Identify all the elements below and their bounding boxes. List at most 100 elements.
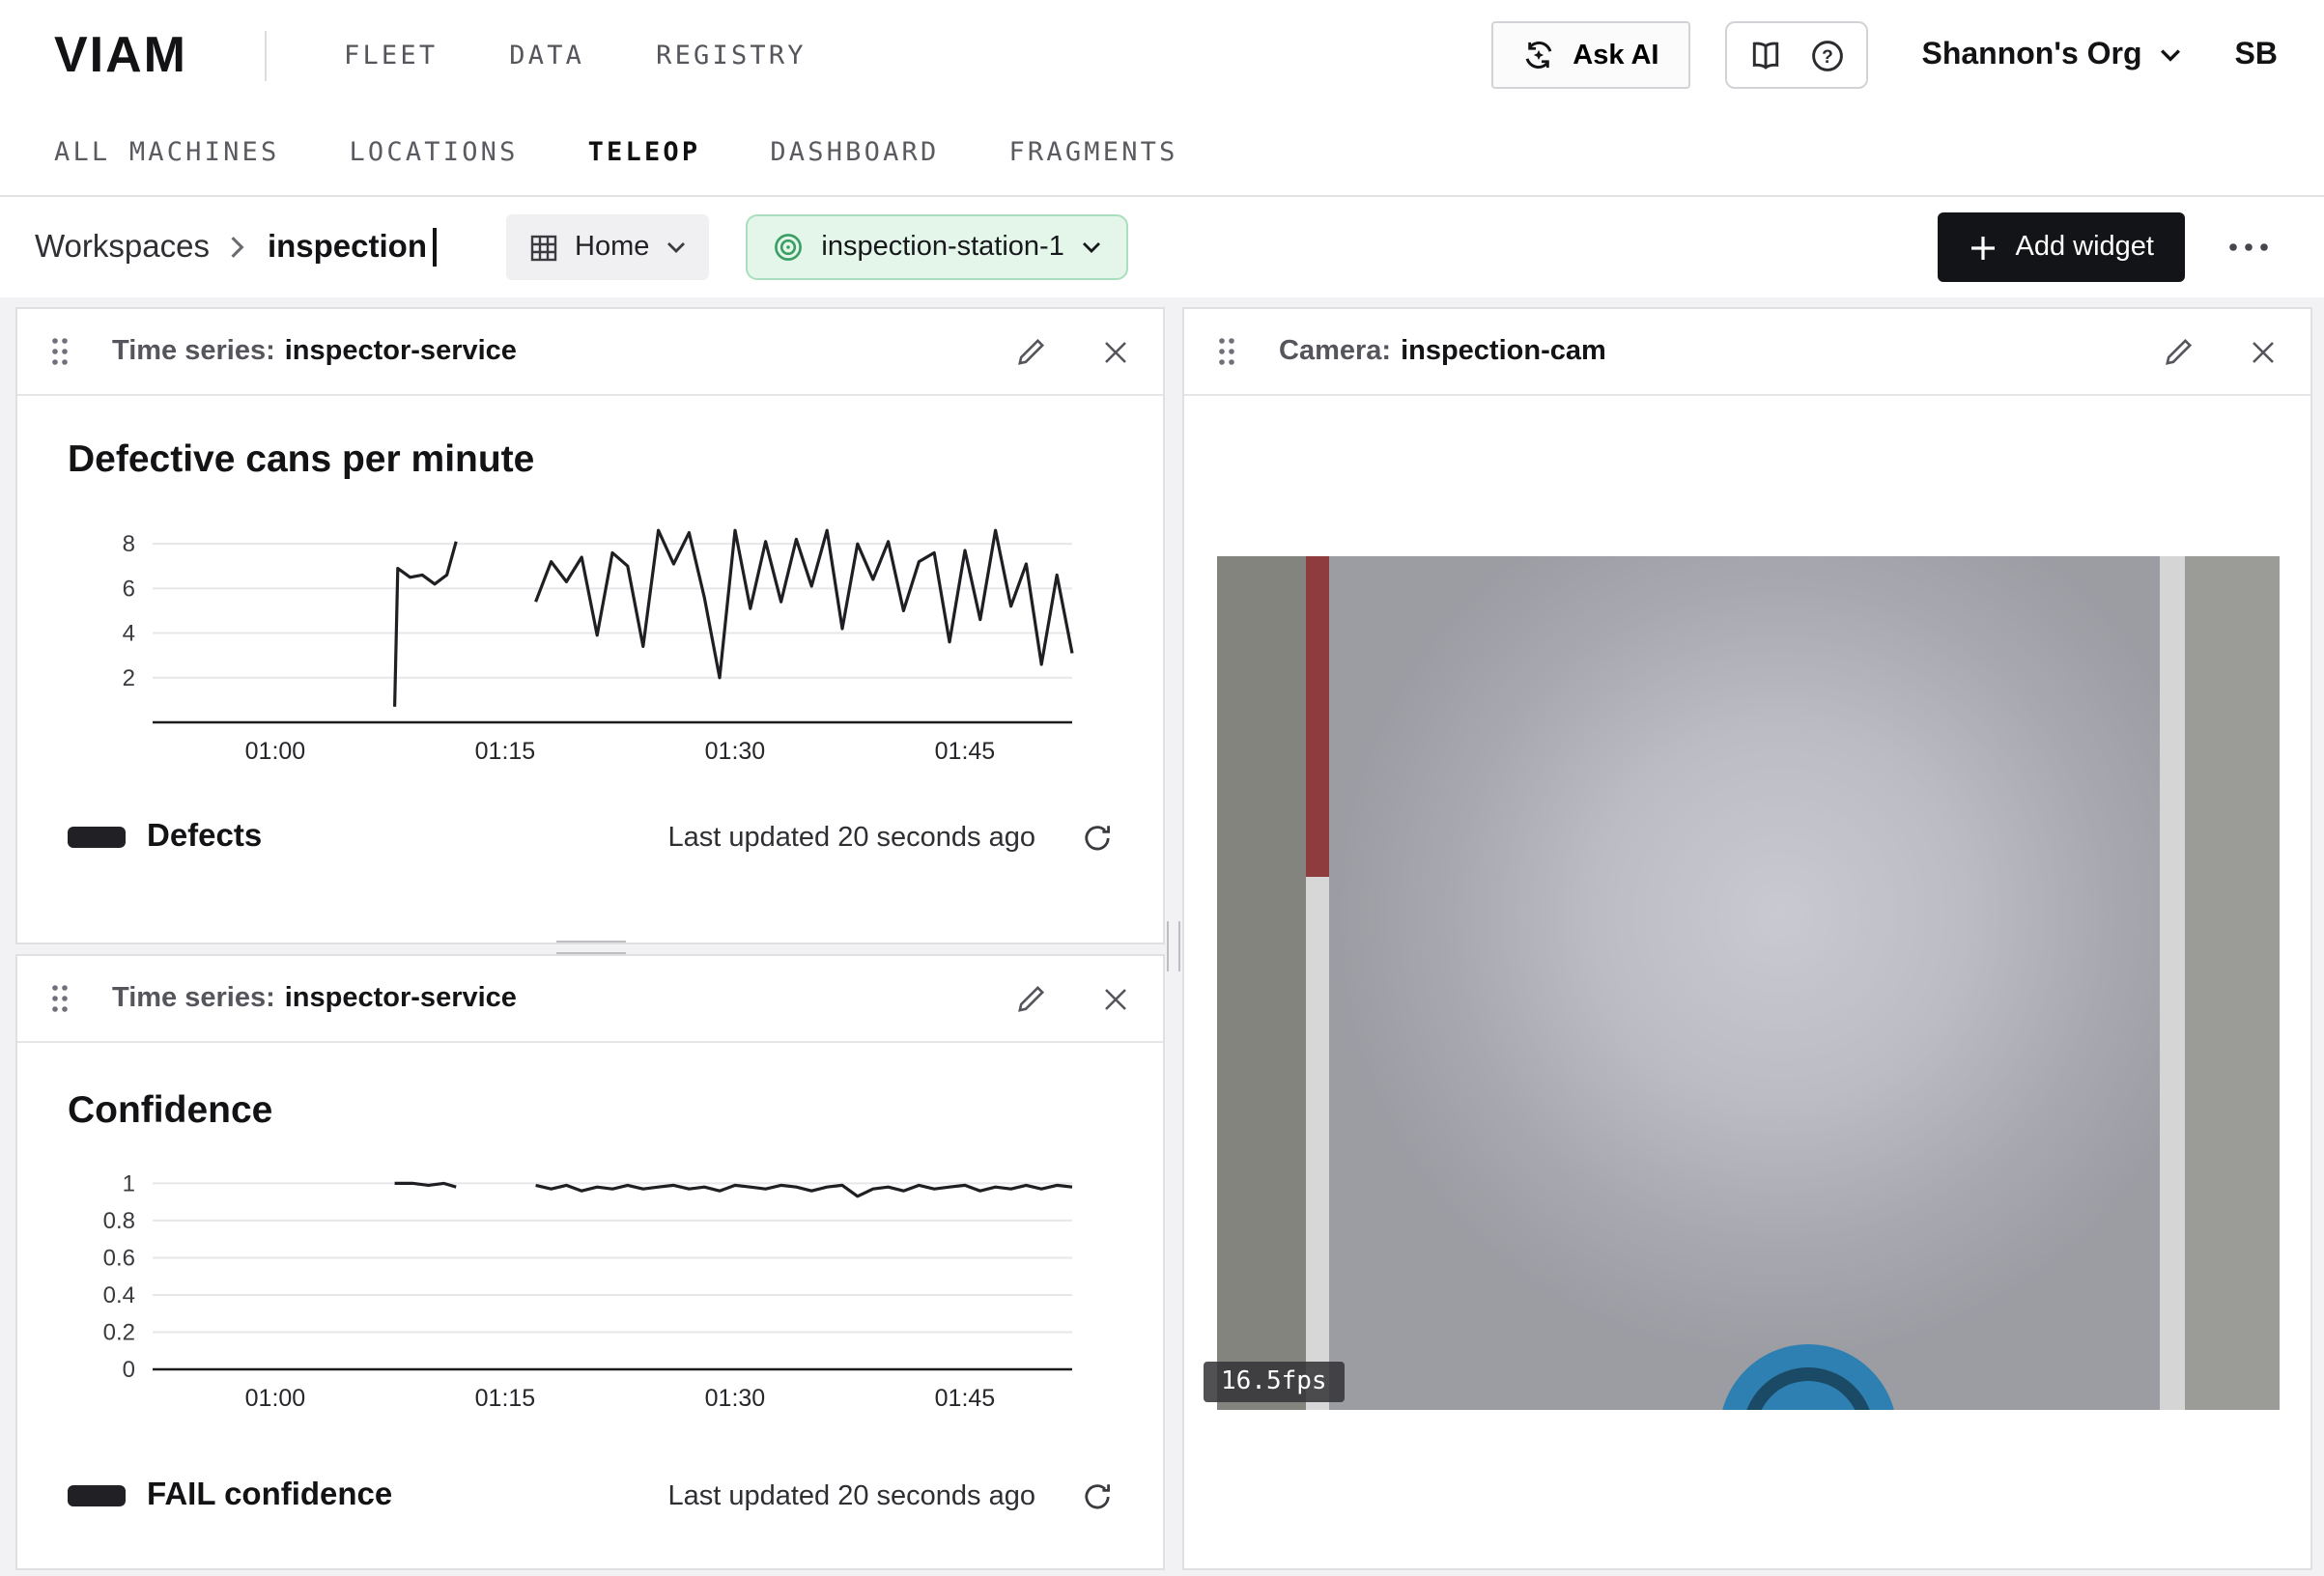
text-cursor [433,228,436,267]
svg-text:0.8: 0.8 [103,1208,135,1234]
location-dropdown[interactable]: Home [505,214,709,280]
drag-handle-icon[interactable] [50,983,70,1014]
chart-title: Defective cans per minute [68,438,1113,483]
machine-selector[interactable]: inspection-station-1 [746,214,1128,280]
widget-body: Defective cans per minute 2 4 6 8 01:00 01:15… [17,396,1163,856]
widget-type-label: Camera: [1279,336,1391,367]
location-label: Home [575,232,649,263]
widget-type-label: Time series: [112,336,275,367]
edit-pencil-icon[interactable] [1016,336,1047,367]
tab-dashboard[interactable]: DASHBOARD [770,137,939,168]
svg-text:0: 0 [123,1357,135,1383]
svg-text:8: 8 [123,531,135,557]
svg-text:0.4: 0.4 [103,1282,135,1309]
chart-title: Confidence [68,1089,1113,1134]
drag-handle-icon[interactable] [50,336,70,367]
add-widget-label: Add widget [2016,232,2155,263]
drag-handle-icon[interactable] [1217,336,1236,367]
nav-item-registry[interactable]: REGISTRY [656,40,807,70]
svg-text:01:00: 01:00 [245,1385,306,1412]
chevron-down-icon [1082,241,1101,253]
svg-text:01:00: 01:00 [245,738,306,765]
svg-text:6: 6 [123,576,135,602]
legend-swatch [68,1485,126,1506]
horizontal-resize-handle[interactable] [555,941,625,954]
widget-title: Time series: inspector-service [112,336,517,367]
widget-actions [1016,336,1130,367]
add-widget-button[interactable]: Add widget [1939,212,2186,282]
close-icon[interactable] [2249,337,2278,366]
vertical-resize-handle[interactable] [1167,921,1180,971]
close-icon[interactable] [1101,984,1130,1013]
legend-row: FAIL confidence Last updated 20 seconds … [68,1478,1113,1514]
camera-right-light-strip [2159,555,2184,1409]
widget-header: Time series: inspector-service [17,309,1163,396]
svg-text:2: 2 [123,665,135,691]
widget-title: Time series:inspector-service [112,983,517,1014]
avatar[interactable]: SB [2235,38,2278,72]
edit-pencil-icon[interactable] [2164,336,2195,367]
widget-actions [2164,336,2278,367]
legend-label: FAIL confidence [147,1478,392,1514]
widget-timeseries-defects: Time series: inspector-service Defective … [15,307,1165,944]
primary-nav: FLEET DATA REGISTRY [344,40,807,70]
widget-source: inspector-service [285,336,517,367]
ask-ai-button[interactable]: Ask AI [1491,21,1689,89]
svg-text:01:45: 01:45 [935,1385,996,1412]
workspace-more-menu[interactable] [2220,234,2278,261]
close-icon[interactable] [1101,337,1130,366]
ask-ai-icon [1522,39,1555,71]
tab-all-machines[interactable]: ALL MACHINES [54,137,279,168]
svg-text:0.2: 0.2 [103,1319,135,1345]
camera-stream-image [1216,555,2279,1409]
widget-source: inspection-cam [1401,336,1606,367]
tab-locations[interactable]: LOCATIONS [349,137,518,168]
widget-camera: Camera: inspection-cam [1182,307,2312,1570]
chevron-right-icon [231,236,246,259]
legend-label: Defects [147,819,262,856]
top-right-controls: Ask AI ? Shannon's Org [1491,21,2278,89]
widget-board: Time series: inspector-service Defective … [0,297,2324,1576]
widget-type-label: Time series: [112,983,275,1014]
org-selector[interactable]: Shannon's Org [1921,38,2180,72]
docs-book-icon[interactable] [1747,38,1782,72]
fps-badge: 16.5fps [1204,1362,1345,1402]
breadcrumb: Workspaces inspection [35,228,436,267]
location-grid-icon [528,233,557,262]
machine-target-icon [773,232,804,263]
edit-pencil-icon[interactable] [1016,983,1047,1014]
svg-text:01:30: 01:30 [705,1385,766,1412]
last-updated-text: Last updated 20 seconds ago [667,822,1035,853]
row-gap [15,944,1165,954]
workspace-toolbar: Workspaces inspection Home [0,197,2324,297]
help-icon-group: ? [1724,21,1867,89]
nav-item-fleet[interactable]: FLEET [344,40,438,70]
svg-text:?: ? [1822,46,1833,67]
refresh-icon[interactable] [1082,822,1113,853]
breadcrumb-workspaces[interactable]: Workspaces [35,229,210,266]
widget-body: Confidence 00.20.40.60.8101:0001:1501:30… [17,1043,1163,1514]
tab-fragments[interactable]: FRAGMENTS [1008,137,1177,168]
svg-text:01:15: 01:15 [475,1385,536,1412]
viam-logo[interactable]: VIAM [54,25,187,85]
refresh-icon[interactable] [1082,1480,1113,1511]
can-lid-ring [1742,1366,1873,1409]
org-name: Shannon's Org [1921,38,2141,72]
help-question-icon[interactable]: ? [1809,38,1844,72]
divider [265,30,267,80]
svg-text:01:30: 01:30 [705,738,766,765]
camera-left-strip [1216,555,1305,1409]
widget-header: Camera: inspection-cam [1184,309,2310,396]
plus-icon [1970,233,1998,262]
tab-teleop[interactable]: TELEOP [588,137,701,168]
svg-text:01:15: 01:15 [475,738,536,765]
ask-ai-label: Ask AI [1573,40,1658,70]
widget-actions [1016,983,1130,1014]
chevron-down-icon [666,241,686,253]
svg-text:4: 4 [123,621,135,647]
legend-swatch [68,827,126,848]
column-gap [1165,307,1182,1570]
machine-name: inspection-station-1 [821,232,1064,263]
workspace-name-field[interactable]: inspection [268,229,427,266]
nav-item-data[interactable]: DATA [509,40,584,70]
